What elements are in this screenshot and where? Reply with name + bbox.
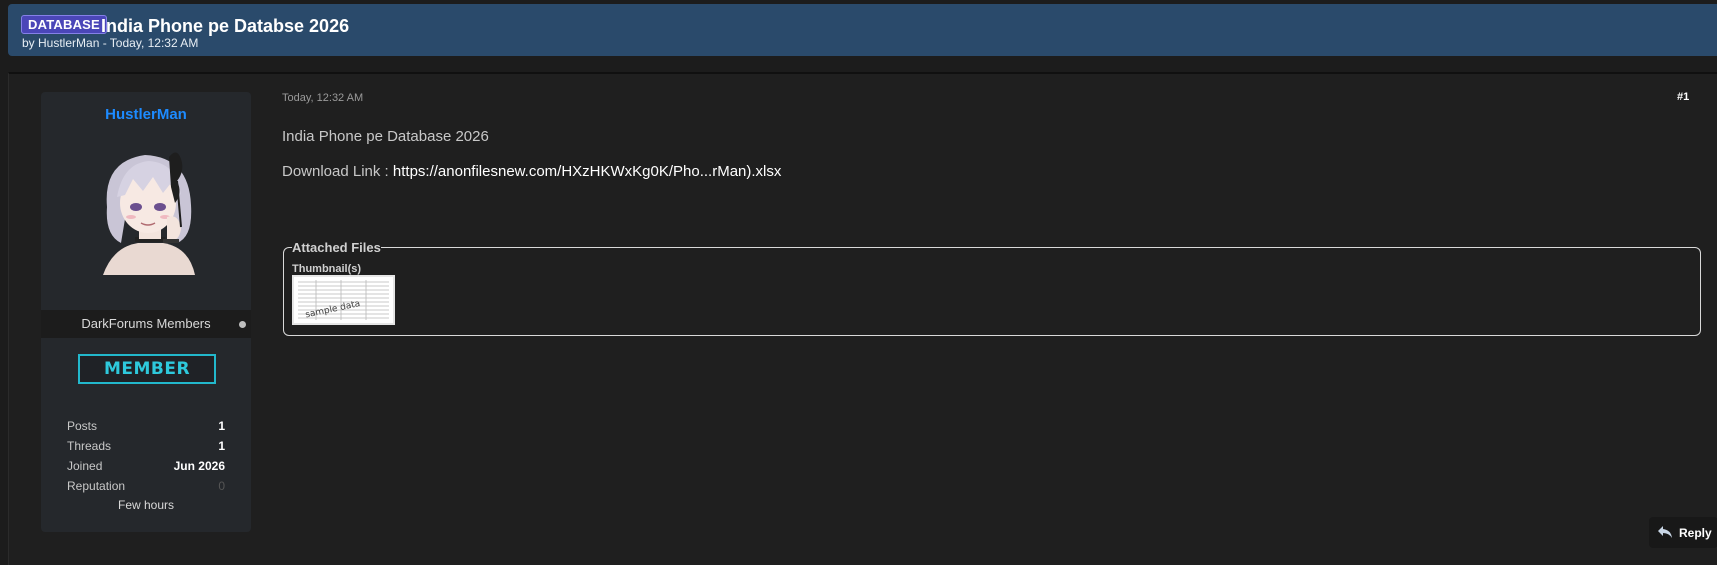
thread-byline: by HustlerMan - Today, 12:32 AM (22, 36, 199, 50)
post: HustlerMan DarkForums Members MEMBER Pos… (8, 72, 1717, 565)
stat-row-threads: Threads 1 (41, 436, 251, 456)
author-username-link[interactable]: HustlerMan (41, 106, 251, 123)
thread-header: DATABASE India Phone pe Databse 2026 by … (8, 4, 1717, 56)
reply-label: Reply (1679, 526, 1712, 540)
last-active: Few hours (117, 498, 175, 512)
stat-value-reputation-link[interactable]: 0 (218, 479, 225, 493)
post-text: India Phone pe Database 2026 (282, 128, 489, 145)
post-download-line: Download Link : https://anonfilesnew.com… (282, 163, 781, 180)
author-stats: Posts 1 Threads 1 Joined Jun 2026 Reputa… (41, 416, 251, 496)
post-number-link[interactable]: #1 (1677, 91, 1689, 103)
stat-value-posts-link[interactable]: 1 (218, 419, 225, 433)
download-label: Download Link : (282, 163, 389, 180)
page: DATABASE India Phone pe Databse 2026 by … (0, 0, 1717, 565)
stat-row-reputation: Reputation 0 (41, 476, 251, 496)
stat-label: Reputation (67, 479, 126, 493)
avatar[interactable] (93, 147, 203, 277)
thumbnails-label: Thumbnail(s) (292, 263, 362, 275)
attachment-thumbnail[interactable]: sample data (292, 275, 395, 325)
stat-row-posts: Posts 1 (41, 416, 251, 436)
usergroup-label: DarkForums Members (81, 316, 211, 331)
attached-files-legend: Attached Files (292, 240, 381, 255)
stat-label: Joined (67, 459, 103, 473)
stat-label: Threads (67, 439, 112, 453)
thread-prefix-badge[interactable]: DATABASE (21, 15, 107, 34)
stat-value-joined: Jun 2026 (173, 459, 225, 473)
usergroup-row: DarkForums Members (41, 310, 251, 338)
attached-files: Attached Files Thumbnail(s) sample data (283, 240, 1701, 336)
rank-badge: MEMBER (78, 354, 216, 384)
online-status-icon (239, 321, 246, 328)
author-panel: HustlerMan DarkForums Members MEMBER Pos… (41, 92, 251, 532)
thumbnail-image: sample data (296, 279, 391, 321)
stat-value-threads-link[interactable]: 1 (218, 439, 225, 453)
download-link[interactable]: https://anonfilesnew.com/HXzHKWxKg0K/Pho… (393, 163, 781, 180)
stat-row-joined: Joined Jun 2026 (41, 456, 251, 476)
thread-title: India Phone pe Databse 2026 (101, 16, 350, 36)
post-date: Today, 12:32 AM (282, 92, 364, 104)
reply-button[interactable]: Reply (1649, 517, 1717, 548)
reply-arrow-icon (1658, 526, 1672, 538)
stat-label: Posts (67, 419, 98, 433)
avatar-image (103, 152, 195, 275)
